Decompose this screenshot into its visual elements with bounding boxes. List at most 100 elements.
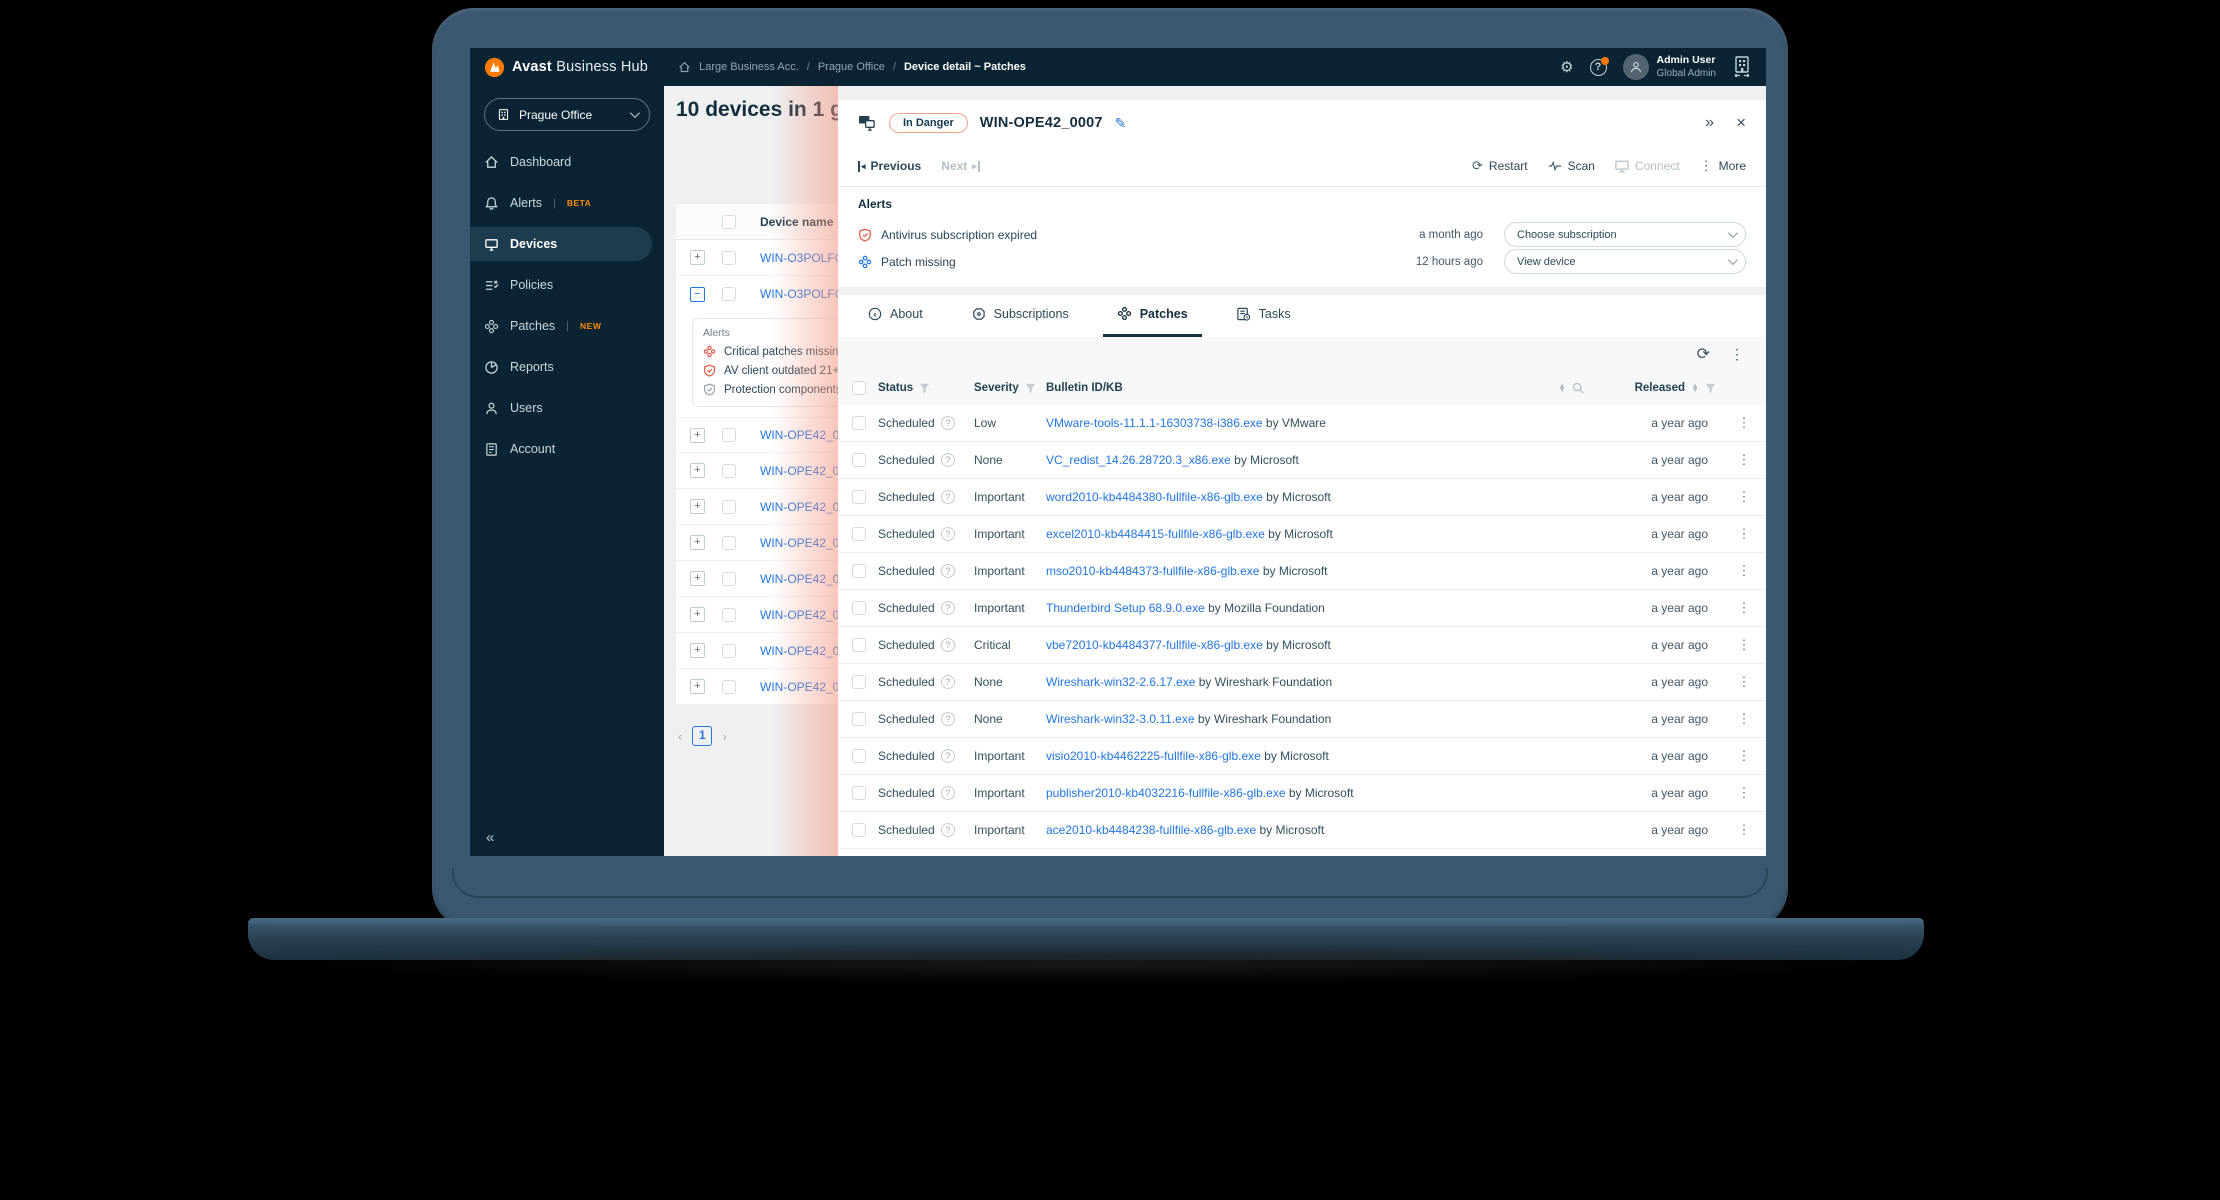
row-menu-button[interactable]: ⋮ bbox=[1722, 785, 1766, 801]
bulletin-link[interactable]: word2010-kb4484380-fullfile-x86-glb.exe bbox=[1046, 490, 1263, 504]
select-all-checkbox[interactable] bbox=[852, 381, 866, 395]
row-checkbox[interactable] bbox=[722, 679, 736, 694]
expand-row-button[interactable]: + bbox=[690, 607, 705, 622]
row-menu-button[interactable]: ⋮ bbox=[1722, 600, 1766, 616]
company-switcher-icon[interactable] bbox=[1732, 56, 1752, 78]
row-checkbox[interactable] bbox=[852, 564, 866, 578]
row-checkbox[interactable] bbox=[722, 287, 736, 301]
patch-row[interactable]: Scheduled? Critical vbe72010-kb4484377-f… bbox=[838, 627, 1766, 664]
close-panel-button[interactable]: × bbox=[1736, 113, 1746, 133]
select-all-checkbox[interactable] bbox=[722, 214, 736, 229]
status-help-icon[interactable]: ? bbox=[940, 490, 955, 504]
tab-about[interactable]: About bbox=[854, 307, 937, 337]
row-menu-button[interactable]: ⋮ bbox=[1722, 637, 1766, 653]
row-checkbox[interactable] bbox=[722, 428, 736, 442]
bulletin-link[interactable]: Wireshark-win32-2.6.17.exe bbox=[1046, 675, 1195, 689]
status-help-icon[interactable]: ? bbox=[940, 601, 955, 615]
bulletin-link[interactable]: publisher2010-kb4032216-fullfile-x86-glb… bbox=[1046, 786, 1286, 800]
sidebar-item-alerts[interactable]: Alerts | BETA bbox=[470, 186, 652, 220]
search-icon[interactable] bbox=[1572, 382, 1584, 394]
patch-row[interactable]: Scheduled? Important mso2010-kb4484373-f… bbox=[838, 553, 1766, 590]
expand-row-button[interactable]: + bbox=[690, 571, 705, 586]
patch-row[interactable]: Scheduled? None Wireshark-win32-3.0.11.e… bbox=[838, 701, 1766, 738]
bulletin-link[interactable]: ace2010-kb4484238-fullfile-x86-glb.exe bbox=[1046, 823, 1256, 837]
patch-row[interactable]: Scheduled? None Wireshark-win32-2.6.17.e… bbox=[838, 664, 1766, 701]
patch-row[interactable]: Scheduled? Important ace2010-kb4484238-f… bbox=[838, 812, 1766, 849]
edit-name-icon[interactable]: ✎ bbox=[1115, 115, 1127, 132]
next-device-button[interactable]: Next ▸ bbox=[941, 159, 980, 173]
filter-icon[interactable] bbox=[1025, 383, 1036, 394]
table-menu-button[interactable]: ⋮ bbox=[1730, 346, 1744, 363]
patch-row[interactable]: Scheduled? Important word2010-kb4484380-… bbox=[838, 479, 1766, 516]
prev-page-button[interactable]: ‹ bbox=[678, 729, 682, 744]
sidebar-item-account[interactable]: Account bbox=[470, 432, 652, 466]
refresh-button[interactable]: ⟳ bbox=[1697, 344, 1710, 364]
status-help-icon[interactable]: ? bbox=[940, 564, 955, 578]
row-checkbox[interactable] bbox=[852, 749, 866, 763]
row-checkbox[interactable] bbox=[722, 607, 736, 622]
sort-icon[interactable]: ▲ ▼ bbox=[1558, 381, 1566, 394]
status-help-icon[interactable]: ? bbox=[940, 823, 955, 837]
page-number-button[interactable]: 1 bbox=[692, 726, 713, 746]
avast-logo[interactable]: Avast Business Hub bbox=[484, 57, 648, 78]
sidebar-item-users[interactable]: Users bbox=[470, 391, 652, 425]
bulletin-link[interactable]: vbe72010-kb4484377-fullfile-x86-glb.exe bbox=[1046, 638, 1263, 652]
status-help-icon[interactable]: ? bbox=[940, 712, 955, 726]
patch-row[interactable]: Scheduled? Important Thunderbird Setup 6… bbox=[838, 590, 1766, 627]
row-checkbox[interactable] bbox=[852, 601, 866, 615]
column-status[interactable]: Status bbox=[878, 382, 913, 394]
row-menu-button[interactable]: ⋮ bbox=[1722, 489, 1766, 505]
row-menu-button[interactable]: ⋮ bbox=[1722, 674, 1766, 690]
tab-subscriptions[interactable]: Subscriptions bbox=[957, 307, 1083, 337]
tab-patches[interactable]: Patches bbox=[1102, 306, 1202, 337]
row-checkbox[interactable] bbox=[722, 463, 736, 478]
patch-row[interactable]: Scheduled? Important publisher2010-kb403… bbox=[838, 775, 1766, 812]
sidebar-item-patches[interactable]: Patches | NEW bbox=[470, 309, 652, 343]
expand-row-button[interactable]: + bbox=[690, 535, 705, 550]
row-checkbox[interactable] bbox=[852, 823, 866, 837]
breadcrumb-item[interactable]: Large Business Acc. bbox=[699, 61, 799, 73]
status-help-icon[interactable]: ? bbox=[940, 638, 955, 652]
view-device-select[interactable]: View device bbox=[1504, 249, 1746, 274]
expand-row-button[interactable]: + bbox=[690, 499, 705, 514]
row-checkbox[interactable] bbox=[722, 250, 736, 265]
bulletin-link[interactable]: Thunderbird Setup 68.9.0.exe bbox=[1046, 601, 1205, 615]
status-help-icon[interactable]: ? bbox=[940, 786, 955, 800]
patch-row[interactable]: Scheduled? Important visio2010-kb4462225… bbox=[838, 738, 1766, 775]
breadcrumb-item[interactable]: Prague Office bbox=[818, 61, 885, 73]
row-menu-button[interactable]: ⋮ bbox=[1722, 748, 1766, 764]
status-help-icon[interactable]: ? bbox=[940, 416, 955, 430]
bulletin-link[interactable]: VC_redist_14.26.28720.3_x86.exe bbox=[1046, 453, 1231, 467]
status-help-icon[interactable]: ? bbox=[940, 749, 955, 763]
row-checkbox[interactable] bbox=[852, 490, 866, 504]
row-checkbox[interactable] bbox=[852, 712, 866, 726]
row-checkbox[interactable] bbox=[722, 499, 736, 514]
row-checkbox[interactable] bbox=[852, 416, 866, 430]
next-page-button[interactable]: › bbox=[722, 729, 726, 744]
home-icon[interactable] bbox=[678, 61, 691, 74]
patch-row[interactable]: Scheduled? None VC_redist_14.26.28720.3_… bbox=[838, 442, 1766, 479]
bulletin-link[interactable]: Wireshark-win32-3.0.11.exe bbox=[1046, 712, 1195, 726]
choose-subscription-select[interactable]: Choose subscription bbox=[1504, 222, 1746, 247]
expand-row-button[interactable]: + bbox=[690, 427, 705, 443]
row-menu-button[interactable]: ⋮ bbox=[1722, 711, 1766, 727]
settings-gear-icon[interactable]: ⚙ bbox=[1560, 60, 1573, 75]
status-help-icon[interactable]: ? bbox=[940, 453, 955, 467]
row-checkbox[interactable] bbox=[722, 535, 736, 550]
row-checkbox[interactable] bbox=[852, 453, 866, 467]
filter-icon[interactable] bbox=[1705, 383, 1716, 394]
row-menu-button[interactable]: ⋮ bbox=[1722, 452, 1766, 468]
patch-row[interactable]: Scheduled? Low VMware-tools-11.1.1-16303… bbox=[838, 405, 1766, 442]
column-released[interactable]: Released bbox=[1635, 382, 1686, 394]
filter-icon[interactable] bbox=[919, 383, 930, 394]
row-checkbox[interactable] bbox=[852, 675, 866, 689]
column-bulletin[interactable]: Bulletin ID/KB bbox=[1046, 382, 1123, 394]
more-button[interactable]: ⋮ More bbox=[1700, 158, 1746, 174]
sidebar-collapse-button[interactable]: « bbox=[486, 829, 494, 846]
status-help-icon[interactable]: ? bbox=[940, 527, 955, 541]
row-menu-button[interactable]: ⋮ bbox=[1722, 563, 1766, 579]
sidebar-item-policies[interactable]: Policies bbox=[470, 268, 652, 302]
collapse-panel-button[interactable]: » bbox=[1705, 114, 1714, 132]
bulletin-link[interactable]: VMware-tools-11.1.1-16303738-i386.exe bbox=[1046, 416, 1263, 430]
previous-device-button[interactable]: ◂ Previous bbox=[858, 159, 921, 173]
